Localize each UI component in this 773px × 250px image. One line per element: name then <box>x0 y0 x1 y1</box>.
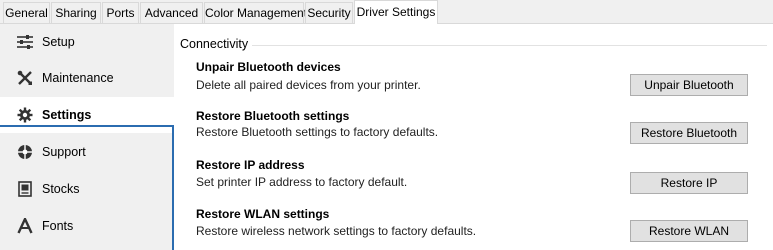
lifebuoy-icon <box>16 143 34 161</box>
stocks-icon <box>16 180 34 198</box>
row-description: Delete all paired devices from your prin… <box>196 78 421 92</box>
tab-driver-settings[interactable]: Driver Settings <box>354 0 438 24</box>
gear-icon <box>16 106 34 124</box>
tab-advanced[interactable]: Advanced <box>140 2 203 23</box>
row-description: Set printer IP address to factory defaul… <box>196 175 408 189</box>
row-title: Restore WLAN settings <box>196 207 330 221</box>
sidebar-item-setup[interactable]: Setup <box>0 24 174 60</box>
sidebar-selection-border <box>0 125 174 127</box>
group-title: Connectivity <box>180 37 249 51</box>
sidebar-selection-border <box>172 125 174 250</box>
tab-ports[interactable]: Ports <box>102 2 139 23</box>
sidebar-item-label: Fonts <box>42 219 74 233</box>
group-divider <box>252 45 767 46</box>
sidebar-item-label: Setup <box>42 35 75 49</box>
row-title: Unpair Bluetooth devices <box>196 60 341 74</box>
tab-general[interactable]: General <box>3 2 50 23</box>
row-description: Restore Bluetooth settings to factory de… <box>196 125 439 139</box>
row-description: Restore wireless network settings to fac… <box>196 224 477 238</box>
unpair-bluetooth-button[interactable]: Unpair Bluetooth <box>630 74 748 96</box>
row-title: Restore IP address <box>196 158 305 172</box>
tab-strip: General Sharing Ports Advanced Color Man… <box>0 0 773 24</box>
sidebar-item-fonts[interactable]: Fonts <box>0 208 174 244</box>
wrench-icon <box>16 69 34 87</box>
sidebar-item-settings[interactable]: Settings <box>0 97 174 133</box>
sidebar-item-label: Stocks <box>42 182 80 196</box>
tab-security[interactable]: Security <box>305 2 353 23</box>
restore-bluetooth-button[interactable]: Restore Bluetooth <box>630 122 748 144</box>
sidebar-item-label: Settings <box>42 108 92 122</box>
sidebar-item-support[interactable]: Support <box>0 134 174 170</box>
font-icon <box>16 217 34 235</box>
sidebar: Setup Maintenance Settings Support Stock… <box>0 24 174 250</box>
sidebar-item-label: Support <box>42 145 86 159</box>
sidebar-item-label: Maintenance <box>42 71 114 85</box>
sliders-icon <box>16 33 34 51</box>
restore-ip-button[interactable]: Restore IP <box>630 172 748 194</box>
row-title: Restore Bluetooth settings <box>196 109 350 123</box>
tab-color-management[interactable]: Color Management <box>204 2 307 23</box>
sidebar-item-maintenance[interactable]: Maintenance <box>0 60 174 96</box>
tab-sharing[interactable]: Sharing <box>51 2 101 23</box>
sidebar-item-stocks[interactable]: Stocks <box>0 171 174 207</box>
restore-wlan-button[interactable]: Restore WLAN <box>630 220 748 242</box>
